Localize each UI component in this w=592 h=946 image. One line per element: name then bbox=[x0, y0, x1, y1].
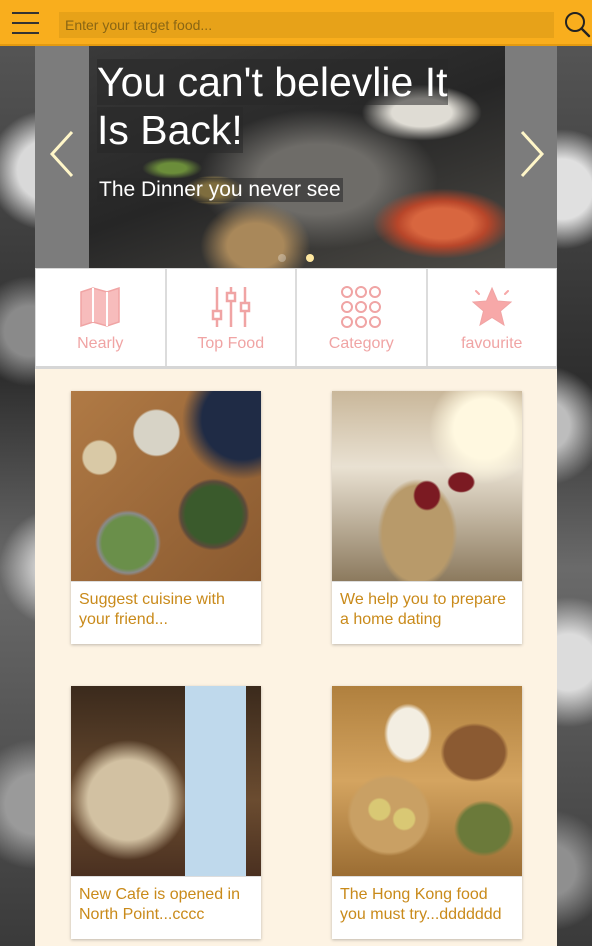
article-card[interactable]: We help you to prepare a home dating bbox=[332, 391, 522, 644]
article-card[interactable]: Suggest cuisine with your friend... bbox=[71, 391, 261, 644]
article-card[interactable]: The Hong Kong food you must try...dddddd… bbox=[332, 686, 522, 939]
main-content: You can't belevlie It Is Back! The Dinne… bbox=[35, 46, 557, 946]
nav-item-favourite[interactable]: favourite bbox=[426, 269, 557, 366]
grid-dots-icon bbox=[341, 286, 382, 328]
carousel-next-icon[interactable] bbox=[517, 128, 547, 180]
map-icon bbox=[80, 286, 120, 328]
card-image bbox=[332, 391, 522, 582]
nav-item-category[interactable]: Category bbox=[296, 269, 427, 366]
top-bar bbox=[0, 0, 592, 46]
star-icon bbox=[471, 286, 512, 327]
nav-label: Category bbox=[328, 335, 394, 352]
hero-headline: You can't belevlie It Is Back! bbox=[97, 59, 448, 153]
search-input[interactable] bbox=[59, 12, 554, 38]
card-title: New Cafe is opened in North Point...cccc bbox=[79, 886, 240, 923]
hamburger-menu-icon[interactable] bbox=[12, 12, 39, 34]
carousel-prev-icon[interactable] bbox=[47, 128, 77, 180]
nav-label: favourite bbox=[461, 335, 523, 352]
nav-item-top-food[interactable]: Top Food bbox=[165, 269, 296, 366]
nav-item-nearly[interactable]: Nearly bbox=[35, 269, 166, 366]
hero-carousel[interactable]: You can't belevlie It Is Back! The Dinne… bbox=[35, 46, 557, 268]
category-nav: Nearly Top Food Category favourite bbox=[35, 268, 557, 369]
search-icon[interactable] bbox=[563, 10, 591, 38]
carousel-dot-active[interactable] bbox=[306, 254, 314, 262]
sliders-icon bbox=[211, 287, 250, 327]
hero-subline: The Dinner you never see bbox=[97, 178, 343, 202]
card-title: Suggest cuisine with your friend... bbox=[79, 591, 225, 628]
carousel-dot[interactable] bbox=[278, 254, 286, 262]
nav-label: Top Food bbox=[197, 335, 265, 352]
nav-label: Nearly bbox=[77, 335, 124, 352]
card-image bbox=[71, 686, 261, 877]
carousel-indicators bbox=[35, 249, 557, 267]
card-image bbox=[332, 686, 522, 877]
card-title: We help you to prepare a home dating bbox=[340, 591, 507, 628]
card-image bbox=[71, 391, 261, 582]
article-card[interactable]: New Cafe is opened in North Point...cccc bbox=[71, 686, 261, 939]
card-title: The Hong Kong food you must try...dddddd… bbox=[340, 886, 502, 923]
